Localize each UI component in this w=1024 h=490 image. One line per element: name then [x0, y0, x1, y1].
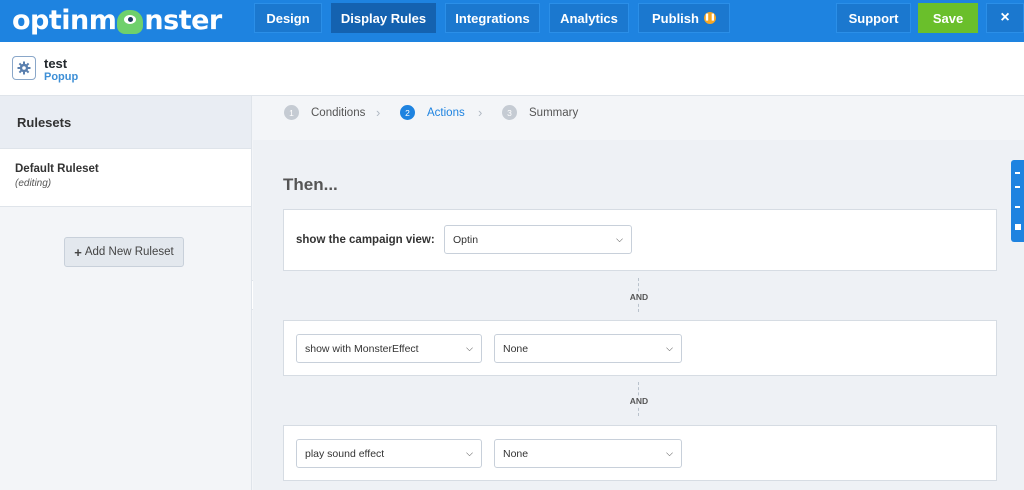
step-conditions[interactable]: 1 Conditions — [284, 105, 365, 120]
step-number: 2 — [400, 105, 415, 120]
save-button[interactable]: Save — [918, 3, 978, 33]
sound-rule: play sound effect ⌵ None ⌵ — [283, 425, 997, 481]
effect-option-select[interactable]: None ⌵ — [494, 334, 682, 363]
campaign-name: test — [44, 56, 68, 71]
logo-text-end: nster — [144, 4, 222, 36]
step-number: 1 — [284, 105, 299, 120]
chevron-down-icon: ⌵ — [466, 343, 473, 353]
select-value: None — [503, 342, 529, 355]
add-ruleset-label: Add New Ruleset — [84, 246, 174, 258]
and-label: AND — [625, 396, 653, 406]
select-value: None — [503, 447, 529, 460]
step-label: Summary — [529, 106, 579, 119]
sidebar-title: Rulesets — [0, 96, 251, 149]
optinmonster-logo[interactable]: optinm nster — [12, 4, 222, 36]
sound-option-select[interactable]: None ⌵ — [494, 439, 682, 468]
campaign-type: Popup — [44, 71, 79, 83]
nav-design-button[interactable]: Design — [254, 3, 322, 33]
close-icon[interactable]: × — [986, 3, 1024, 33]
nav-integrations-button[interactable]: Integrations — [445, 3, 540, 33]
rulesets-sidebar: Rulesets Default Ruleset (editing) + Add… — [0, 96, 252, 490]
support-button[interactable]: Support — [836, 3, 911, 33]
select-value: Optin — [453, 233, 479, 246]
plus-icon: + — [74, 244, 82, 260]
step-label: Actions — [427, 106, 465, 119]
campaign-header: test Popup — [0, 42, 1024, 96]
chevron-right-icon: › — [478, 105, 483, 120]
logo-text-start: optinm — [12, 4, 117, 36]
campaign-view-rule: show the campaign view: Optin ⌵ — [283, 209, 997, 271]
ruleset-item-default[interactable]: Default Ruleset (editing) — [0, 149, 251, 207]
chevron-down-icon: ⌵ — [616, 234, 623, 244]
monster-icon — [117, 10, 144, 34]
nav-display-rules-button[interactable]: Display Rules — [331, 3, 436, 33]
top-bar: optinm nster Design Display Rules Integra… — [0, 0, 1024, 42]
chevron-down-icon: ⌵ — [666, 343, 673, 353]
step-actions[interactable]: 2 Actions — [400, 105, 465, 120]
pause-badge-icon: ❚❚ — [703, 12, 716, 24]
step-summary[interactable]: 3 Summary — [502, 105, 578, 120]
actions-panel: Then... show the campaign view: Optin ⌵ … — [253, 140, 1024, 490]
effect-rule: show with MonsterEffect ⌵ None ⌵ — [283, 320, 997, 376]
ruleset-name: Default Ruleset — [15, 163, 99, 175]
select-value: play sound effect — [305, 447, 385, 460]
gear-icon[interactable] — [12, 56, 36, 80]
select-value: show with MonsterEffect — [305, 342, 419, 355]
add-new-ruleset-button[interactable]: + Add New Ruleset — [64, 237, 184, 267]
chevron-right-icon: › — [376, 105, 381, 120]
sound-select[interactable]: play sound effect ⌵ — [296, 439, 482, 468]
campaign-view-label: show the campaign view: — [296, 234, 435, 246]
publish-label: Publish — [652, 10, 699, 26]
chevron-down-icon: ⌵ — [666, 448, 673, 458]
and-label: AND — [625, 292, 653, 302]
page-title: Then... — [283, 175, 338, 194]
steps-breadcrumb: 1 Conditions › 2 Actions › 3 Summary — [253, 96, 1024, 140]
step-number: 3 — [502, 105, 517, 120]
nav-analytics-button[interactable]: Analytics — [549, 3, 629, 33]
effect-select[interactable]: show with MonsterEffect ⌵ — [296, 334, 482, 363]
campaign-view-select[interactable]: Optin ⌵ — [444, 225, 632, 254]
step-label: Conditions — [311, 106, 366, 119]
help-side-tab[interactable] — [1011, 160, 1024, 242]
chevron-down-icon: ⌵ — [466, 448, 473, 458]
nav-publish-button[interactable]: Publish ❚❚ — [638, 3, 730, 33]
ruleset-state: (editing) — [15, 178, 52, 189]
